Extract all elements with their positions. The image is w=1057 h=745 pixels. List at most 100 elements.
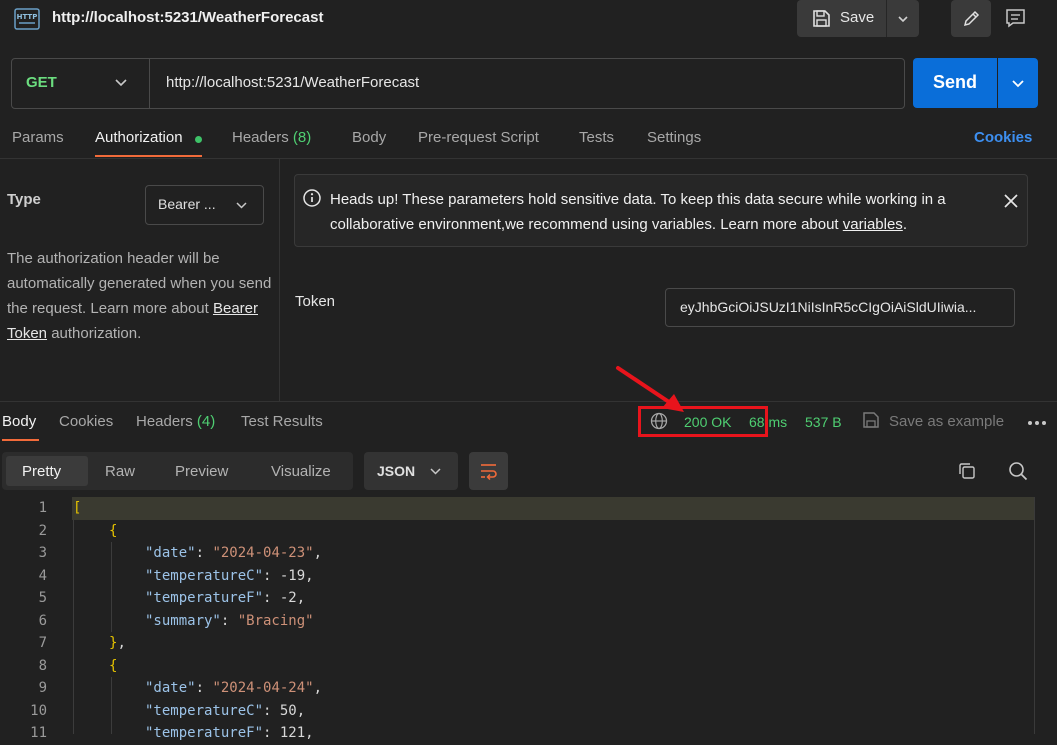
save-as-example-button[interactable]: Save as example (889, 413, 1004, 430)
auth-type-value: Bearer ... (158, 196, 216, 212)
response-size[interactable]: 537 B (805, 414, 842, 430)
wrap-lines-button[interactable] (469, 452, 508, 490)
code-content: "date": "2024-04-23", (145, 542, 322, 565)
code-token: , (305, 725, 314, 741)
alert-message: Heads up! These parameters hold sensitiv… (330, 187, 1000, 237)
tab-headers-label: Headers (232, 129, 289, 146)
code-token: "summary" (145, 612, 221, 629)
request-title[interactable]: http://localhost:5231/WeatherForecast (52, 9, 323, 26)
code-token: [ (73, 500, 82, 516)
alert-period: . (902, 216, 907, 233)
send-label: Send (932, 72, 977, 92)
view-raw[interactable]: Raw (105, 463, 135, 480)
line-number: 9 (38, 680, 47, 696)
line-number: 3 (38, 545, 47, 561)
code-token: , (305, 567, 314, 584)
chevron-down-icon[interactable] (114, 75, 128, 89)
tab-body[interactable]: Body (352, 129, 386, 146)
code-token: : (263, 567, 280, 584)
info-icon (303, 189, 321, 207)
send-options-button[interactable] (998, 58, 1038, 108)
search-icon[interactable] (1008, 461, 1028, 481)
copy-icon[interactable] (958, 462, 976, 480)
send-button[interactable]: Send (913, 58, 997, 108)
code-token: : (220, 612, 238, 629)
chevron-down-icon[interactable] (897, 13, 909, 25)
token-input[interactable]: eyJhbGciOiJSUzI1NiIsInR5cCIgOiAiSldUIiwi… (665, 288, 1015, 327)
response-tab-headers[interactable]: Headers (4) (136, 413, 215, 430)
line-number: 5 (38, 590, 47, 606)
view-preview[interactable]: Preview (175, 463, 228, 480)
tab-settings[interactable]: Settings (647, 129, 701, 146)
pane-divider (279, 159, 280, 401)
response-tab-cookies[interactable]: Cookies (59, 413, 113, 430)
chevron-down-icon (430, 468, 441, 475)
code-line: 10 "temperatureC": 50, (0, 700, 1057, 723)
method-select[interactable]: GET (26, 74, 57, 91)
tab-authorization[interactable]: Authorization (95, 129, 183, 146)
code-line: 5 "temperatureF": -2, (0, 587, 1057, 610)
line-number: 1 (38, 500, 47, 516)
comment-icon[interactable] (997, 1, 1033, 35)
cookies-link[interactable]: Cookies (974, 129, 1032, 146)
variables-link[interactable]: variables (843, 216, 903, 233)
edit-button[interactable] (951, 0, 991, 37)
code-token: : (263, 725, 280, 741)
code-content: { (109, 655, 117, 678)
code-content: "temperatureC": 50, (145, 700, 305, 723)
save-divider (886, 0, 887, 37)
code-content: }, (109, 632, 126, 655)
more-options-icon[interactable] (1027, 420, 1047, 426)
chevron-down-icon (236, 202, 247, 209)
url-input[interactable]: http://localhost:5231/WeatherForecast (166, 74, 419, 91)
response-tab-headers-label: Headers (136, 413, 193, 430)
format-select[interactable]: JSON (364, 452, 458, 490)
response-time-unit: ms (768, 414, 788, 430)
close-icon[interactable] (1003, 193, 1019, 209)
code-token: { (109, 657, 118, 674)
token-value: eyJhbGciOiJSUzI1NiIsInR5cCIgOiAiSldUIiwi… (680, 299, 977, 315)
code-line: 2{ (0, 520, 1057, 543)
tab-prerequest-script[interactable]: Pre-request Script (418, 129, 539, 146)
response-tab-body[interactable]: Body (2, 413, 36, 430)
code-token: -19 (279, 567, 306, 584)
code-content: "temperatureF": -2, (145, 587, 305, 610)
tab-headers[interactable]: Headers (8) (232, 129, 311, 146)
line-number: 4 (38, 567, 47, 584)
line-number: 8 (38, 657, 47, 674)
code-token: : (195, 680, 213, 696)
pencil-icon (963, 10, 980, 27)
code-content: [ (73, 497, 81, 520)
response-tab-headers-count: (4) (196, 413, 216, 430)
code-token: , (117, 635, 126, 651)
line-number: 11 (30, 725, 47, 741)
tab-headers-count: (8) (292, 129, 312, 146)
code-token: , (296, 590, 306, 606)
auth-type-select[interactable]: Bearer ... (145, 185, 264, 225)
view-visualize[interactable]: Visualize (271, 463, 331, 480)
response-tab-test-results[interactable]: Test Results (241, 413, 323, 430)
tab-params[interactable]: Params (12, 129, 64, 146)
code-line: 6 "summary": "Bracing" (0, 610, 1057, 633)
code-content: "temperatureF": 121, (145, 722, 314, 745)
tab-tests[interactable]: Tests (579, 129, 614, 146)
annotation-arrow-icon (616, 366, 684, 412)
code-token: : (195, 545, 213, 561)
save-label: Save (840, 9, 875, 26)
save-button[interactable]: Save (797, 0, 919, 37)
view-pretty[interactable]: Pretty (22, 463, 61, 480)
code-token: "temperatureF" (145, 590, 264, 606)
code-token: , (313, 545, 323, 561)
format-value: JSON (377, 463, 416, 479)
wrap-icon (481, 464, 497, 480)
auth-type-label: Type (7, 191, 41, 208)
code-line: 7}, (0, 632, 1057, 655)
tabs-divider (0, 158, 1057, 159)
response-body-code[interactable]: 1 [2{ 3 "date": "2024-04-23", 4 "temperatureC… (0, 497, 1057, 741)
code-line: 8{ (0, 655, 1057, 678)
line-number: 7 (38, 635, 47, 651)
code-token: { (109, 522, 118, 539)
code-content: "temperatureC": -19, (145, 565, 314, 588)
url-divider (149, 59, 150, 108)
auth-desc-end: authorization. (47, 325, 142, 342)
